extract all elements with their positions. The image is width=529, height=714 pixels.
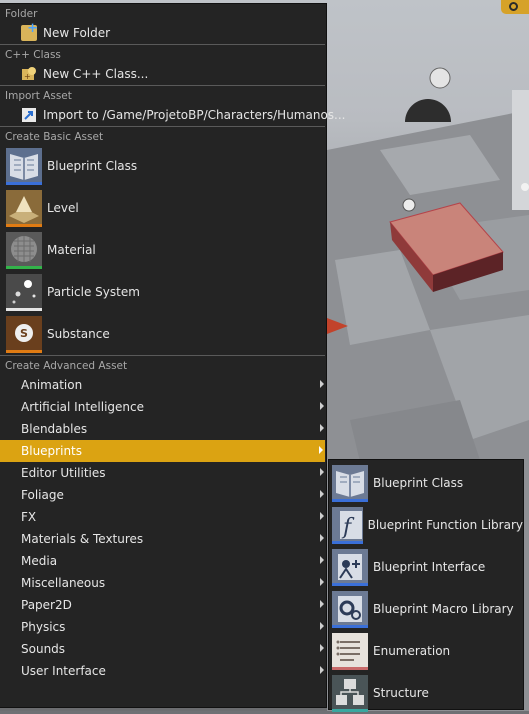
category-editor-utilities[interactable]: Editor Utilities xyxy=(0,462,326,484)
category-blueprints[interactable]: Blueprints xyxy=(0,440,325,462)
chevron-right-icon xyxy=(320,512,324,520)
chevron-right-icon xyxy=(320,578,324,586)
viewport-options-icon[interactable] xyxy=(501,0,529,14)
new-folder-label: New Folder xyxy=(43,26,111,40)
section-header-import: Import Asset xyxy=(5,90,72,102)
separator xyxy=(0,44,325,45)
blueprint-macro-library-icon xyxy=(332,590,368,628)
svg-text:+: + xyxy=(24,72,31,81)
level-icon xyxy=(6,189,42,227)
blueprint-class-icon xyxy=(332,464,368,502)
svg-text:S: S xyxy=(20,327,28,340)
enumeration-icon xyxy=(332,632,368,670)
cpp-class-icon: + xyxy=(21,66,37,82)
new-cpp-class-label: New C++ Class... xyxy=(43,67,149,81)
basic-asset-label: Blueprint Class xyxy=(47,159,138,173)
chevron-right-icon xyxy=(320,380,324,388)
submenu-item-blueprint-interface[interactable]: Blueprint Interface xyxy=(329,546,523,588)
category-label: Artificial Intelligence xyxy=(21,400,144,414)
category-fx[interactable]: FX xyxy=(0,506,326,528)
category-label: Blueprints xyxy=(21,444,83,458)
import-icon xyxy=(21,107,37,123)
basic-asset-material[interactable]: Material xyxy=(0,229,326,271)
category-sounds[interactable]: Sounds xyxy=(0,638,326,660)
basic-asset-blueprint-class[interactable]: Blueprint Class xyxy=(0,145,326,187)
basic-asset-label: Material xyxy=(47,243,96,257)
basic-asset-level[interactable]: Level xyxy=(0,187,326,229)
category-label: Materials & Textures xyxy=(21,532,144,546)
submenu-item-blueprint-class[interactable]: Blueprint Class xyxy=(329,462,523,504)
submenu-item-enumeration[interactable]: Enumeration xyxy=(329,630,523,672)
import-to-label: Import to /Game/ProjetoBP/Characters/Hum… xyxy=(43,108,346,122)
category-paper2d[interactable]: Paper2D xyxy=(0,594,326,616)
separator xyxy=(0,355,325,356)
new-cpp-class-item[interactable]: + New C++ Class... xyxy=(0,63,326,85)
import-to-item[interactable]: Import to /Game/ProjetoBP/Characters/Hum… xyxy=(0,104,345,126)
material-icon xyxy=(6,231,42,269)
category-materials-textures[interactable]: Materials & Textures xyxy=(0,528,326,550)
category-label: Foliage xyxy=(21,488,64,502)
category-label: FX xyxy=(21,510,37,524)
basic-asset-label: Particle System xyxy=(47,285,140,299)
chevron-right-icon xyxy=(320,622,324,630)
submenu-item-blueprint-function-library[interactable]: f Blueprint Function Library xyxy=(329,504,523,546)
chevron-right-icon xyxy=(320,600,324,608)
basic-asset-substance[interactable]: S Substance xyxy=(0,313,326,355)
section-header-advanced: Create Advanced Asset xyxy=(5,360,128,372)
chevron-right-icon xyxy=(320,468,324,476)
category-label: Sounds xyxy=(21,642,66,656)
category-label: Editor Utilities xyxy=(21,466,106,480)
category-label: Media xyxy=(21,554,58,568)
category-label: Paper2D xyxy=(21,598,72,612)
submenu-item-label: Enumeration xyxy=(373,644,451,658)
chevron-right-icon xyxy=(319,446,323,454)
particle-system-icon xyxy=(6,273,42,311)
category-physics[interactable]: Physics xyxy=(0,616,326,638)
category-label: Physics xyxy=(21,620,66,634)
submenu-item-label: Blueprint Function Library xyxy=(367,518,523,532)
blueprints-submenu: Blueprint Class f Blueprint Function Lib… xyxy=(328,459,524,712)
basic-asset-label: Substance xyxy=(47,327,110,341)
substance-icon: S xyxy=(6,315,42,353)
category-animation[interactable]: Animation xyxy=(0,374,326,396)
category-artificial-intelligence[interactable]: Artificial Intelligence xyxy=(0,396,326,418)
category-label: Miscellaneous xyxy=(21,576,106,590)
blueprint-interface-icon xyxy=(332,548,368,586)
blueprint-function-library-icon: f xyxy=(332,506,363,544)
category-foliage[interactable]: Foliage xyxy=(0,484,326,506)
submenu-item-label: Blueprint Class xyxy=(373,476,464,490)
section-header-cpp: C++ Class xyxy=(5,49,61,61)
section-header-folder: Folder xyxy=(5,8,38,20)
section-header-basic: Create Basic Asset xyxy=(5,131,104,143)
chevron-right-icon xyxy=(320,490,324,498)
category-media[interactable]: Media xyxy=(0,550,326,572)
separator xyxy=(0,85,325,86)
category-user-interface[interactable]: User Interface xyxy=(0,660,326,682)
submenu-item-label: Blueprint Macro Library xyxy=(373,602,514,616)
category-miscellaneous[interactable]: Miscellaneous xyxy=(0,572,326,594)
new-folder-icon xyxy=(21,21,38,41)
chevron-right-icon xyxy=(320,644,324,652)
chevron-right-icon xyxy=(320,534,324,542)
chevron-right-icon xyxy=(320,666,324,674)
category-label: User Interface xyxy=(21,664,106,678)
structure-icon xyxy=(332,674,368,712)
submenu-item-label: Blueprint Interface xyxy=(373,560,486,574)
submenu-item-blueprint-macro-library[interactable]: Blueprint Macro Library xyxy=(329,588,523,630)
chevron-right-icon xyxy=(320,556,324,564)
chevron-right-icon xyxy=(320,402,324,410)
submenu-item-label: Structure xyxy=(373,686,429,700)
chevron-right-icon xyxy=(320,424,324,432)
submenu-item-structure[interactable]: Structure xyxy=(329,672,523,714)
new-folder-item[interactable]: New Folder xyxy=(0,21,326,44)
category-label: Animation xyxy=(21,378,83,392)
category-blendables[interactable]: Blendables xyxy=(0,418,326,440)
basic-asset-particle-system[interactable]: Particle System xyxy=(0,271,326,313)
basic-asset-label: Level xyxy=(47,201,79,215)
content-browser-context-menu: Folder New Folder C++ Class + New C++ Cl… xyxy=(0,3,345,708)
separator xyxy=(0,126,325,127)
blueprint-class-icon xyxy=(6,147,42,185)
category-label: Blendables xyxy=(21,422,88,436)
